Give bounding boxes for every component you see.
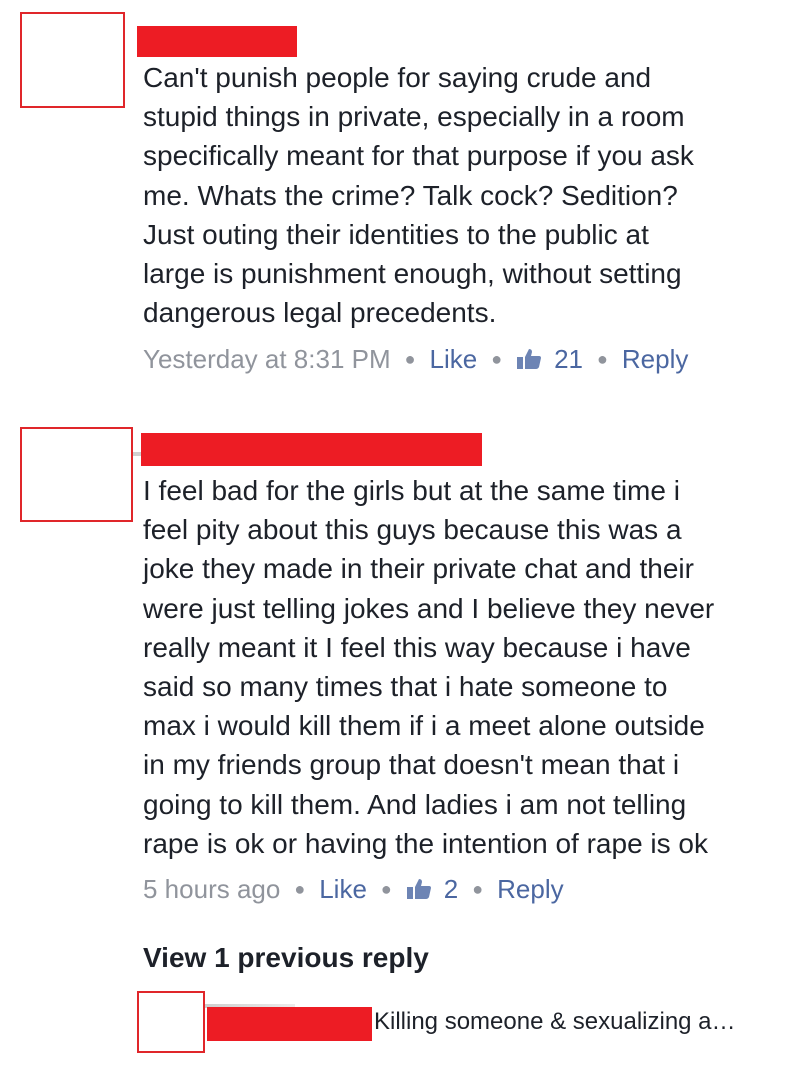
comment-line: really meant it I feel this way because … bbox=[143, 631, 691, 663]
separator-dot: ● bbox=[491, 348, 503, 369]
redacted-name[interactable] bbox=[137, 26, 297, 57]
separator-dot: ● bbox=[380, 878, 392, 899]
comment-line: Can't punish people for saying crude and bbox=[143, 62, 652, 93]
separator-dot: ● bbox=[294, 878, 306, 899]
comment-line: were just telling jokes and I believe th… bbox=[143, 592, 715, 624]
redacted-avatar[interactable] bbox=[20, 427, 133, 522]
comment-line: me. Whats the crime? Talk cock? Sedition… bbox=[143, 179, 678, 211]
comment-line: I feel bad for the girls but at the same… bbox=[143, 475, 680, 506]
comment-text: I feel bad for the girls but at the same… bbox=[143, 471, 714, 863]
comment-line: joke they made in their private chat and… bbox=[143, 553, 694, 585]
view-previous-replies-link[interactable]: View 1 previous reply bbox=[143, 942, 429, 974]
like-button[interactable]: Like bbox=[319, 874, 367, 905]
comment-line: rape is ok or having the intention of ra… bbox=[143, 827, 709, 859]
comment-line: stupid things in private, especially in … bbox=[143, 101, 685, 133]
comment-line: large is punishment enough, without sett… bbox=[143, 258, 682, 290]
comment-line: max i would kill them if i a meet alone … bbox=[143, 710, 705, 742]
reply-button[interactable]: Reply bbox=[497, 874, 563, 905]
like-count: 2 bbox=[443, 873, 459, 904]
reply-preview-text: Killing someone & sexualizing a… bbox=[374, 1008, 736, 1035]
like-count: 21 bbox=[554, 343, 584, 374]
comment-line: feel pity about this guys because this w… bbox=[143, 514, 682, 546]
like-button[interactable]: Like bbox=[430, 344, 478, 375]
separator-dot: ● bbox=[404, 348, 416, 369]
separator-dot: ● bbox=[597, 348, 608, 369]
comment-line: going to kill them. And ladies i am not … bbox=[143, 788, 687, 820]
separator-dot: ● bbox=[472, 878, 484, 899]
comment-actions: 5 hours ago ● Like ● 2 ● Reply bbox=[143, 871, 564, 907]
comment-line: Just outing their identities to the publ… bbox=[143, 218, 649, 250]
thumbs-up-icon bbox=[517, 349, 542, 369]
redacted-avatar[interactable] bbox=[20, 12, 125, 108]
redacted-name[interactable] bbox=[141, 433, 482, 466]
reaction-count[interactable]: 21 bbox=[516, 344, 583, 375]
comment-text: Can't punish people for saying crude and… bbox=[143, 58, 694, 332]
timestamp[interactable]: Yesterday at 8:31 PM bbox=[143, 344, 391, 375]
thumbs-up-icon bbox=[406, 879, 431, 899]
redacted-name[interactable] bbox=[207, 1007, 372, 1041]
comment-line: said so many times that i hate someone t… bbox=[143, 671, 668, 703]
redacted-avatar[interactable] bbox=[137, 991, 205, 1053]
comment-actions: Yesterday at 8:31 PM ● Like ● 21 ● Reply bbox=[143, 341, 688, 377]
comment-line: in my friends group that doesn't mean th… bbox=[143, 749, 680, 781]
comment-line: specifically meant for that purpose if y… bbox=[143, 140, 694, 172]
reply-button[interactable]: Reply bbox=[622, 344, 688, 375]
timestamp[interactable]: 5 hours ago bbox=[143, 874, 280, 905]
reaction-count[interactable]: 2 bbox=[406, 874, 458, 905]
comment-line: dangerous legal precedents. bbox=[143, 297, 497, 329]
